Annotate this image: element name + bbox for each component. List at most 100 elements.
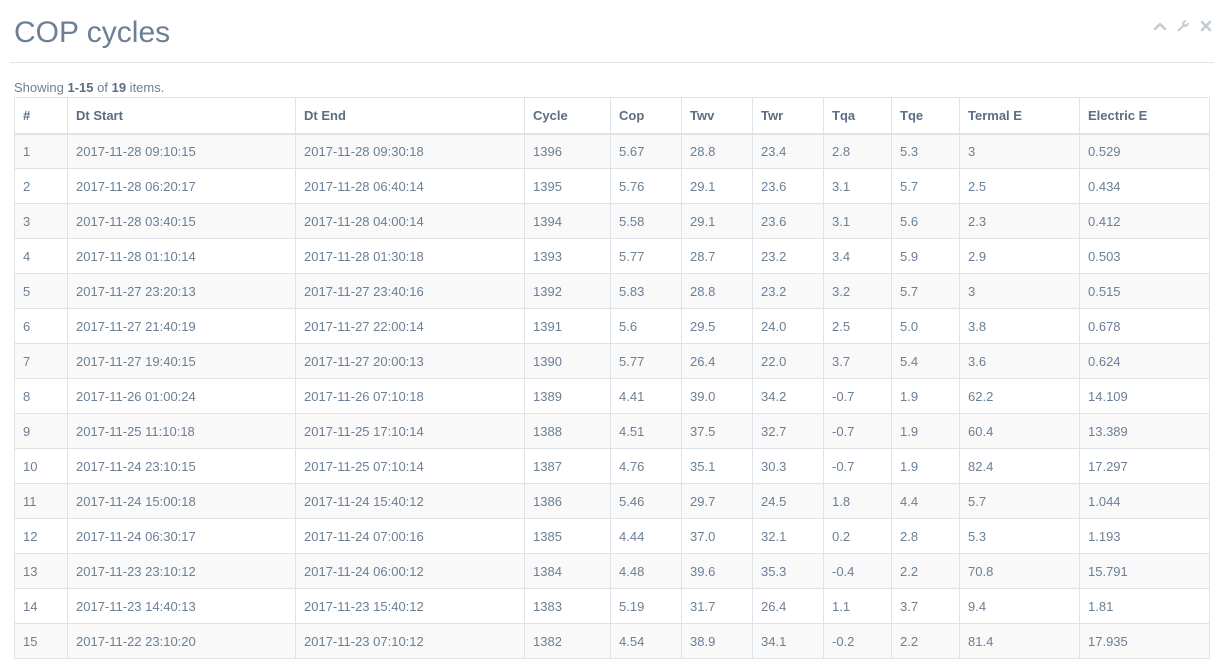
wrench-icon[interactable] xyxy=(1175,18,1191,34)
cell-dt-start: 2017-11-27 21:40:19 xyxy=(67,308,296,344)
cell-index: 4 xyxy=(14,238,68,274)
cell-tqa: -0.7 xyxy=(823,413,892,449)
table-row: 14 2017-11-23 14:40:13 2017-11-23 15:40:12… xyxy=(14,588,1210,624)
cell-tqa: 1.8 xyxy=(823,483,892,519)
cell-twr: 23.2 xyxy=(752,238,824,274)
cell-cycle: 1387 xyxy=(524,448,611,484)
column-header-tqe: Tqe xyxy=(891,97,960,135)
cell-cycle: 1395 xyxy=(524,168,611,204)
cell-tqe: 1.9 xyxy=(891,378,960,414)
cell-tqa: 3.4 xyxy=(823,238,892,274)
cell-electric-e: 1.81 xyxy=(1079,588,1210,624)
cell-electric-e: 1.193 xyxy=(1079,518,1210,554)
cell-tqe: 1.9 xyxy=(891,413,960,449)
cell-dt-start: 2017-11-26 01:00:24 xyxy=(67,378,296,414)
cell-dt-end: 2017-11-23 07:10:12 xyxy=(295,623,525,659)
cell-dt-start: 2017-11-24 15:00:18 xyxy=(67,483,296,519)
cell-cop: 4.51 xyxy=(610,413,682,449)
cell-cop: 5.83 xyxy=(610,273,682,309)
cell-tqa: -0.4 xyxy=(823,553,892,589)
cell-twr: 24.5 xyxy=(752,483,824,519)
cell-dt-end: 2017-11-28 06:40:14 xyxy=(295,168,525,204)
cell-dt-start: 2017-11-25 11:10:18 xyxy=(67,413,296,449)
table-row: 4 2017-11-28 01:10:14 2017-11-28 01:30:18 1… xyxy=(14,238,1210,274)
cell-dt-end: 2017-11-25 17:10:14 xyxy=(295,413,525,449)
cell-cop: 5.6 xyxy=(610,308,682,344)
table-row: 11 2017-11-24 15:00:18 2017-11-24 15:40:12… xyxy=(14,483,1210,519)
cell-termal-e: 3 xyxy=(959,133,1080,169)
cop-cycles-widget: COP cycles Showing 1-15 of 19 items. # D… xyxy=(0,0,1229,669)
cell-cycle: 1390 xyxy=(524,343,611,379)
cell-index: 3 xyxy=(14,203,68,239)
cell-termal-e: 3.8 xyxy=(959,308,1080,344)
cell-cycle: 1388 xyxy=(524,413,611,449)
cell-dt-end: 2017-11-26 07:10:18 xyxy=(295,378,525,414)
cell-index: 14 xyxy=(14,588,68,624)
cell-tqe: 2.2 xyxy=(891,623,960,659)
cell-twv: 37.0 xyxy=(681,518,753,554)
cell-twr: 35.3 xyxy=(752,553,824,589)
cell-tqa: 2.5 xyxy=(823,308,892,344)
cell-twr: 23.6 xyxy=(752,203,824,239)
cell-electric-e: 0.515 xyxy=(1079,273,1210,309)
cell-termal-e: 9.4 xyxy=(959,588,1080,624)
cell-twv: 38.9 xyxy=(681,623,753,659)
cell-index: 6 xyxy=(14,308,68,344)
cell-twr: 23.2 xyxy=(752,273,824,309)
cell-termal-e: 81.4 xyxy=(959,623,1080,659)
close-icon[interactable] xyxy=(1198,18,1214,34)
cell-tqa: 3.1 xyxy=(823,203,892,239)
cell-dt-start: 2017-11-28 03:40:15 xyxy=(67,203,296,239)
cell-twr: 23.4 xyxy=(752,133,824,169)
table-row: 1 2017-11-28 09:10:15 2017-11-28 09:30:18 1… xyxy=(14,133,1210,169)
cell-index: 10 xyxy=(14,448,68,484)
cell-electric-e: 13.389 xyxy=(1079,413,1210,449)
table-row: 10 2017-11-24 23:10:15 2017-11-25 07:10:14… xyxy=(14,448,1210,484)
cell-termal-e: 3.6 xyxy=(959,343,1080,379)
table-row: 6 2017-11-27 21:40:19 2017-11-27 22:00:14 1… xyxy=(14,308,1210,344)
cell-dt-end: 2017-11-28 04:00:14 xyxy=(295,203,525,239)
cell-electric-e: 0.412 xyxy=(1079,203,1210,239)
widget-toolbar xyxy=(1152,18,1214,36)
cell-twv: 39.0 xyxy=(681,378,753,414)
cell-cop: 5.77 xyxy=(610,343,682,379)
cell-cop: 4.41 xyxy=(610,378,682,414)
cell-tqe: 5.9 xyxy=(891,238,960,274)
cell-twv: 28.7 xyxy=(681,238,753,274)
table-row: 15 2017-11-22 23:10:20 2017-11-23 07:10:12… xyxy=(14,623,1210,659)
cell-index: 8 xyxy=(14,378,68,414)
cell-twr: 32.7 xyxy=(752,413,824,449)
cell-dt-start: 2017-11-22 23:10:20 xyxy=(67,623,296,659)
cell-dt-start: 2017-11-24 23:10:15 xyxy=(67,448,296,484)
widget-title: COP cycles xyxy=(14,16,171,49)
cell-dt-start: 2017-11-28 09:10:15 xyxy=(67,133,296,169)
cell-twv: 39.6 xyxy=(681,553,753,589)
cell-dt-start: 2017-11-23 14:40:13 xyxy=(67,588,296,624)
cell-dt-start: 2017-11-28 01:10:14 xyxy=(67,238,296,274)
cell-dt-start: 2017-11-24 06:30:17 xyxy=(67,518,296,554)
cell-tqa: 3.2 xyxy=(823,273,892,309)
cell-tqa: 1.1 xyxy=(823,588,892,624)
table-row: 7 2017-11-27 19:40:15 2017-11-27 20:00:13 1… xyxy=(14,343,1210,379)
widget-header: COP cycles xyxy=(10,0,1214,63)
cell-termal-e: 5.7 xyxy=(959,483,1080,519)
cell-twr: 26.4 xyxy=(752,588,824,624)
cell-termal-e: 2.5 xyxy=(959,168,1080,204)
cell-index: 7 xyxy=(14,343,68,379)
column-header-termal-e: Termal E xyxy=(959,97,1080,135)
cell-cop: 4.76 xyxy=(610,448,682,484)
cell-cop: 5.46 xyxy=(610,483,682,519)
cell-electric-e: 1.044 xyxy=(1079,483,1210,519)
collapse-icon[interactable] xyxy=(1152,18,1168,34)
table-row: 13 2017-11-23 23:10:12 2017-11-24 06:00:12… xyxy=(14,553,1210,589)
cell-twr: 22.0 xyxy=(752,343,824,379)
table-row: 5 2017-11-27 23:20:13 2017-11-27 23:40:16 1… xyxy=(14,273,1210,309)
cell-cycle: 1384 xyxy=(524,553,611,589)
summary-suffix: items. xyxy=(126,80,165,95)
cell-index: 15 xyxy=(14,623,68,659)
table-row: 9 2017-11-25 11:10:18 2017-11-25 17:10:14 1… xyxy=(14,413,1210,449)
cell-dt-end: 2017-11-24 07:00:16 xyxy=(295,518,525,554)
table-body: 1 2017-11-28 09:10:15 2017-11-28 09:30:18 1… xyxy=(14,133,1210,659)
cell-tqe: 1.9 xyxy=(891,448,960,484)
cell-electric-e: 0.503 xyxy=(1079,238,1210,274)
